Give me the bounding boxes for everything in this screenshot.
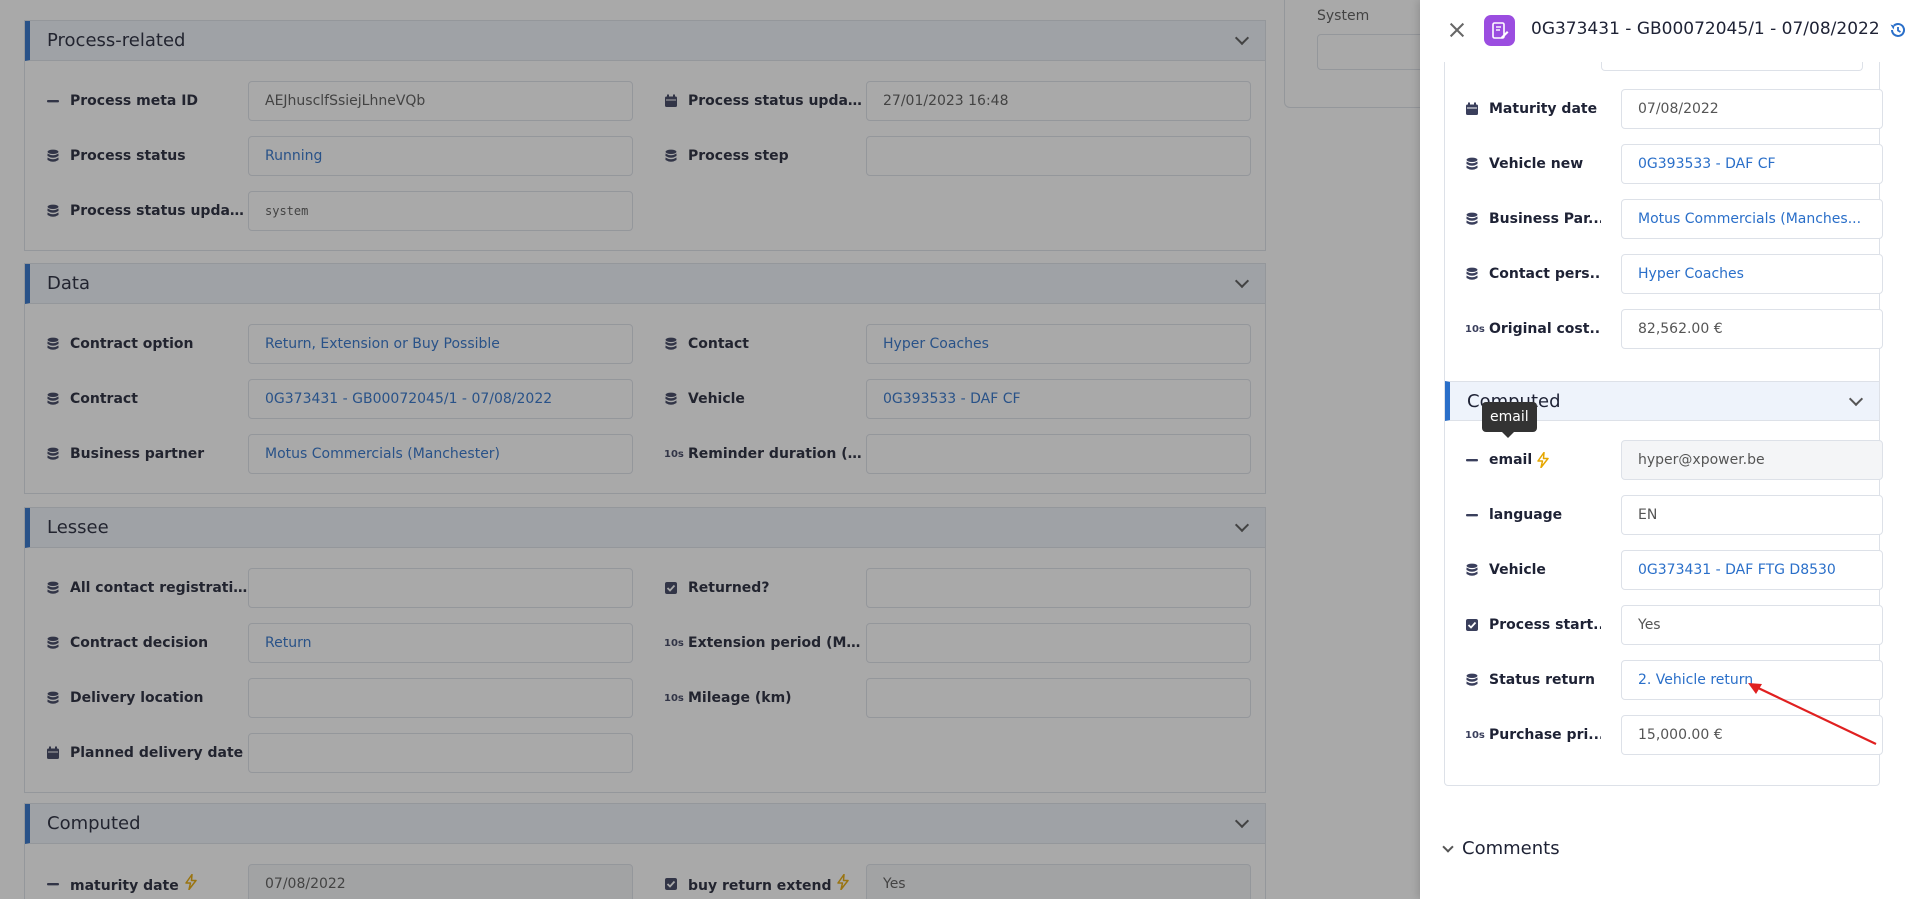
field-value[interactable]: Hyper Coaches [1621, 254, 1883, 294]
history-icon[interactable] [1889, 21, 1907, 43]
database-icon [1465, 673, 1487, 687]
database-icon [1465, 157, 1487, 171]
panel-field: email hyper@xpower.be [1465, 440, 1883, 480]
field-label: Business Par... [1489, 211, 1601, 227]
panel-field: Vehicle new 0G393533 - DAF CF [1465, 144, 1883, 184]
checkbox-icon [1465, 618, 1487, 632]
comments-toggle[interactable]: Comments [1442, 838, 1560, 859]
field-value[interactable]: Motus Commercials (Manches... [1621, 199, 1883, 239]
field-value[interactable]: 0G373431 - DAF FTG D8530 [1621, 550, 1883, 590]
database-icon [1465, 212, 1487, 226]
document-edit-icon [1484, 15, 1515, 46]
field-value[interactable]: hyper@xpower.be [1621, 440, 1883, 480]
panel-field: Business Par... Motus Commercials (Manche… [1465, 199, 1883, 239]
modal-overlay[interactable] [0, 0, 1420, 899]
field-label: email [1487, 452, 1601, 468]
chevron-down-icon[interactable] [1848, 391, 1864, 406]
field-label: Contact pers... [1489, 266, 1601, 282]
calendar-icon [1465, 102, 1487, 116]
email-tooltip: email [1482, 402, 1537, 438]
field-label: language [1489, 507, 1563, 523]
field-label: Vehicle new [1489, 156, 1584, 172]
panel-field: Contact pers... Hyper Coaches [1465, 254, 1883, 294]
database-icon [1465, 267, 1487, 281]
field-label: Purchase pri... [1489, 727, 1601, 743]
comments-label: Comments [1462, 838, 1560, 859]
database-icon [1465, 563, 1487, 577]
panel-field: language EN [1465, 495, 1883, 535]
field-value[interactable]: 07/08/2022 [1621, 89, 1883, 129]
panel-header: 0G373431 - GB00072045/1 - 07/08/2022 [1420, 0, 1914, 62]
field-label: Status return [1489, 672, 1596, 688]
dash-icon [1465, 508, 1487, 522]
panel-field: Process start... Yes [1465, 605, 1883, 645]
field-value[interactable]: Yes [1621, 605, 1883, 645]
panel-field: Maturity date 07/08/2022 [1465, 89, 1883, 129]
number-icon: 10s [1465, 323, 1485, 335]
close-icon[interactable] [1448, 21, 1466, 39]
field-label: Vehicle [1489, 562, 1546, 578]
record-side-panel: 0G373431 - GB00072045/1 - 07/08/2022 Mat… [1420, 0, 1914, 899]
annotation-arrow [1748, 683, 1877, 745]
panel-field: Vehicle 0G373431 - DAF FTG D8530 [1465, 550, 1883, 590]
dash-icon [1465, 453, 1487, 467]
field-label: Maturity date [1489, 101, 1598, 117]
field-value[interactable]: EN [1621, 495, 1883, 535]
chevron-down-icon [1442, 840, 1454, 853]
field-value[interactable]: 0G393533 - DAF CF [1621, 144, 1883, 184]
field-value[interactable]: 82,562.00 € [1621, 309, 1883, 349]
panel-title: 0G373431 - GB00072045/1 - 07/08/2022 [1531, 19, 1880, 39]
field-label: Original cost... [1489, 321, 1601, 337]
field-label: Process start... [1489, 617, 1601, 633]
bolt-icon [1537, 452, 1549, 468]
number-icon: 10s [1465, 729, 1485, 741]
panel-field: 10s Original cost... 82,562.00 € [1465, 309, 1883, 349]
